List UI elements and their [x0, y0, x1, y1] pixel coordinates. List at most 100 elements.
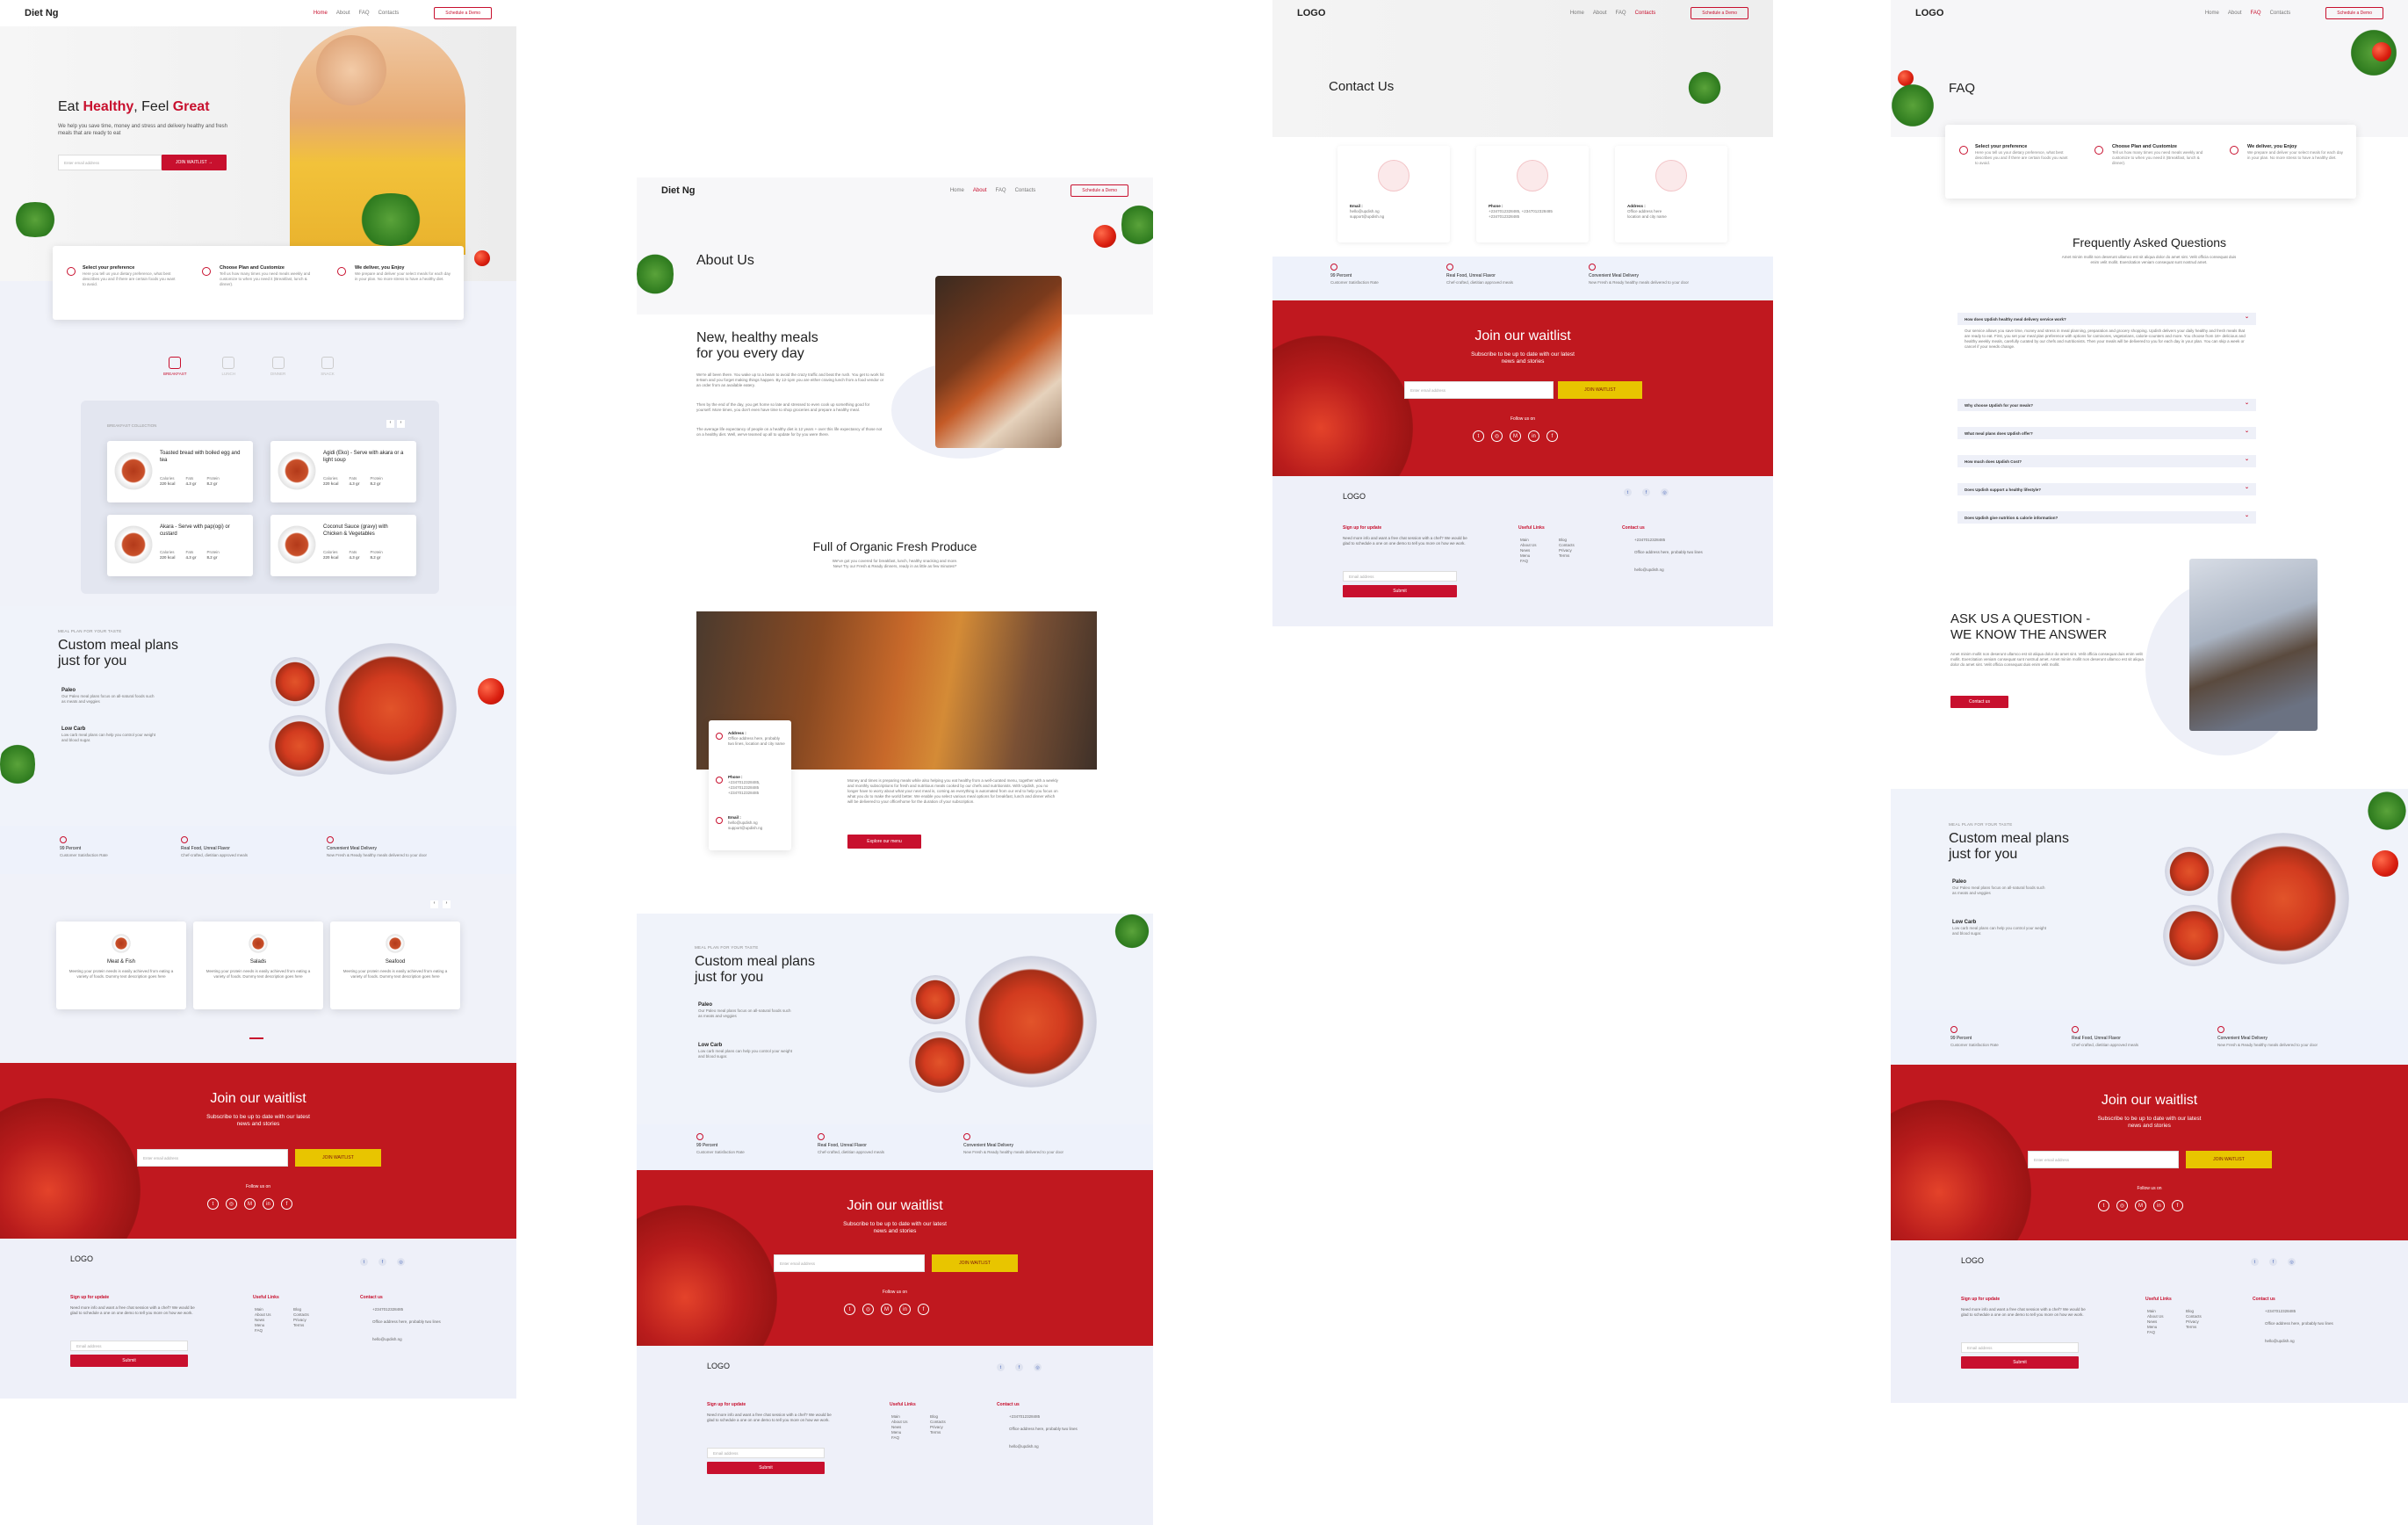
hero-email-input[interactable]: Enter email address [58, 155, 162, 170]
meal-card-1[interactable]: Toasted bread with boiled egg and tea Ca… [107, 441, 253, 502]
medium-icon[interactable]: M [244, 1198, 256, 1210]
next-arrow-icon[interactable]: › [443, 900, 451, 908]
logo[interactable]: Diet Ng [661, 185, 950, 196]
footer-submit-button[interactable]: Submit [70, 1355, 188, 1367]
linkedin-icon[interactable]: in [2153, 1200, 2165, 1211]
twitter-icon[interactable]: t [1624, 488, 1632, 496]
faq-question[interactable]: Does Updish give nutrition & calorie inf… [1957, 511, 2256, 524]
linkedin-icon[interactable]: in [1528, 430, 1539, 442]
facebook-icon[interactable]: f [918, 1304, 929, 1315]
footer-logo[interactable]: LOGO [707, 1362, 730, 1370]
facebook-icon[interactable]: f [2269, 1258, 2277, 1266]
footer-submit-button[interactable]: Submit [707, 1462, 825, 1474]
twitter-icon[interactable]: t [2251, 1258, 2259, 1266]
waitlist-email-input[interactable]: Enter email address [774, 1254, 925, 1272]
logo[interactable]: LOGO [1915, 8, 2205, 18]
faq-question-open[interactable]: How does Updish healthy meal delivery se… [1957, 313, 2256, 325]
tab-breakfast[interactable]: BREAKFAST [163, 357, 187, 376]
footer-email-input[interactable]: Email address [1343, 571, 1457, 582]
contact-us-button[interactable]: Contact us [1950, 696, 2008, 708]
facebook-icon[interactable]: f [2172, 1200, 2183, 1211]
twitter-icon[interactable]: t [844, 1304, 855, 1315]
waitlist-email-input[interactable]: Enter email address [137, 1149, 288, 1167]
tab-dinner[interactable]: DINNER [270, 357, 285, 376]
logo[interactable]: Diet Ng [25, 8, 314, 18]
footer-link[interactable]: FAQ [1520, 559, 1537, 564]
nav-about[interactable]: About [2228, 11, 2242, 16]
footer-logo[interactable]: LOGO [70, 1254, 93, 1263]
next-arrow-icon[interactable]: › [397, 420, 405, 428]
footer-submit-button[interactable]: Submit [1343, 585, 1457, 597]
linkedin-icon[interactable]: in [263, 1198, 274, 1210]
prev-arrow-icon[interactable]: ‹ [430, 900, 438, 908]
facebook-icon[interactable]: f [1546, 430, 1558, 442]
footer-link[interactable]: Terms [930, 1430, 946, 1435]
category-salads[interactable]: Salads Meeting your protein needs is easi… [193, 922, 323, 1009]
tab-snack[interactable]: SNACK [321, 357, 335, 376]
instagram-icon[interactable]: ◎ [862, 1304, 874, 1315]
faq-question[interactable]: How much does Updish Cost? [1957, 455, 2256, 467]
twitter-icon[interactable]: t [1473, 430, 1484, 442]
schedule-demo-button[interactable]: Schedule a Demo [2325, 7, 2383, 19]
footer-link[interactable]: FAQ [891, 1435, 908, 1441]
schedule-demo-button[interactable]: Schedule a Demo [434, 7, 492, 19]
waitlist-email-input[interactable]: Enter email address [1404, 381, 1554, 399]
category-seafood[interactable]: Seafood Meeting your protein needs is eas… [330, 922, 460, 1009]
instagram-icon[interactable]: ◎ [2288, 1258, 2296, 1266]
nav-about[interactable]: About [336, 11, 350, 16]
nav-contacts[interactable]: Contacts [1635, 11, 1656, 16]
twitter-icon[interactable]: t [2098, 1200, 2109, 1211]
waitlist-join-button[interactable]: JOIN WAITLIST [932, 1254, 1018, 1272]
medium-icon[interactable]: M [1510, 430, 1521, 442]
twitter-icon[interactable]: t [207, 1198, 219, 1210]
medium-icon[interactable]: M [881, 1304, 892, 1315]
carousel-dots[interactable] [249, 1037, 263, 1039]
nav-faq[interactable]: FAQ [359, 11, 370, 16]
instagram-icon[interactable]: ◎ [1661, 488, 1669, 496]
facebook-icon[interactable]: f [281, 1198, 292, 1210]
faq-question[interactable]: What meal plans does Updish offer? [1957, 427, 2256, 439]
footer-logo[interactable]: LOGO [1961, 1256, 1984, 1265]
nav-contacts[interactable]: Contacts [2270, 11, 2291, 16]
instagram-icon[interactable]: ◎ [397, 1258, 405, 1266]
instagram-icon[interactable]: ◎ [226, 1198, 237, 1210]
footer-link[interactable]: FAQ [2147, 1330, 2164, 1335]
prev-arrow-icon[interactable]: ‹ [386, 420, 394, 428]
nav-faq[interactable]: FAQ [996, 188, 1006, 193]
tab-lunch[interactable]: LUNCH [222, 357, 235, 376]
meal-card-3[interactable]: Akara - Serve with pap(ogi) or custard C… [107, 515, 253, 576]
waitlist-join-button[interactable]: JOIN WAITLIST [2186, 1151, 2272, 1168]
footer-email-input[interactable]: Email address [70, 1341, 188, 1351]
nav-home[interactable]: Home [1570, 11, 1584, 16]
footer-email-input[interactable]: Email address [1961, 1342, 2079, 1353]
twitter-icon[interactable]: t [997, 1363, 1005, 1371]
medium-icon[interactable]: M [2135, 1200, 2146, 1211]
twitter-icon[interactable]: t [360, 1258, 368, 1266]
meal-card-2[interactable]: Agidi (Eko) - Serve with akara or a ligh… [270, 441, 416, 502]
footer-submit-button[interactable]: Submit [1961, 1356, 2079, 1369]
hero-join-button[interactable]: JOIN WAITLIST → [162, 155, 227, 170]
facebook-icon[interactable]: f [379, 1258, 386, 1266]
facebook-icon[interactable]: f [1642, 488, 1650, 496]
nav-home[interactable]: Home [2205, 11, 2219, 16]
footer-logo[interactable]: LOGO [1343, 492, 1366, 501]
instagram-icon[interactable]: ◎ [1034, 1363, 1042, 1371]
nav-home[interactable]: Home [950, 188, 964, 193]
nav-contacts[interactable]: Contacts [379, 11, 400, 16]
nav-faq[interactable]: FAQ [2251, 11, 2261, 16]
explore-menu-button[interactable]: Explore our menu [847, 835, 921, 849]
instagram-icon[interactable]: ◎ [1491, 430, 1503, 442]
waitlist-join-button[interactable]: JOIN WAITLIST [295, 1149, 381, 1167]
linkedin-icon[interactable]: in [899, 1304, 911, 1315]
nav-about[interactable]: About [1593, 11, 1607, 16]
nav-contacts[interactable]: Contacts [1015, 188, 1036, 193]
footer-link[interactable]: FAQ [255, 1328, 271, 1333]
footer-link[interactable]: Terms [1559, 553, 1575, 559]
waitlist-email-input[interactable]: Enter email address [2028, 1151, 2179, 1168]
nav-about[interactable]: About [973, 188, 987, 193]
schedule-demo-button[interactable]: Schedule a Demo [1691, 7, 1748, 19]
nav-home[interactable]: Home [314, 11, 328, 16]
footer-email-input[interactable]: Email address [707, 1448, 825, 1458]
schedule-demo-button[interactable]: Schedule a Demo [1071, 184, 1128, 197]
footer-link[interactable]: Terms [2186, 1325, 2202, 1330]
